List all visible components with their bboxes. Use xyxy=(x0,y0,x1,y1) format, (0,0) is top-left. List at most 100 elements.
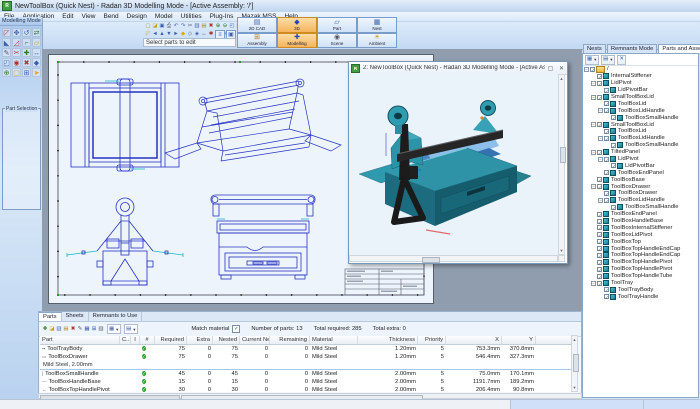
checkbox[interactable]: ✓ xyxy=(597,177,602,182)
tree-filter-button[interactable]: ▤▼ xyxy=(601,55,615,65)
checkbox[interactable]: ✓ xyxy=(597,274,602,279)
unfold-icon[interactable]: ◿ xyxy=(12,38,21,47)
edit-part-icon[interactable]: ✎ xyxy=(77,326,83,333)
tree-item-toolboxdrawer[interactable]: ✓ToolBoxDrawer xyxy=(583,190,698,197)
tree-item-lidpivot[interactable]: −✓LidPivot xyxy=(583,80,698,87)
column-header-#[interactable]: # xyxy=(140,336,155,344)
delete-face-icon[interactable]: ✖ xyxy=(22,58,31,67)
collapse-icon[interactable]: − xyxy=(591,281,596,286)
tree-item-toolboxbase[interactable]: ✓ToolBoxBase xyxy=(583,176,698,183)
column-header-y[interactable]: Y xyxy=(502,336,536,344)
tree-item-tooltrayhandle[interactable]: ✓ToolTrayHandle xyxy=(583,293,698,300)
rotate-icon[interactable]: ↺ xyxy=(22,28,31,37)
view-top-icon[interactable]: ◇ xyxy=(187,31,193,38)
tree-item-toolboxendpanel[interactable]: ✓ToolBoxEndPanel xyxy=(583,211,698,218)
tree-item-toolboxendpanel[interactable]: ✓ToolBoxEndPanel xyxy=(583,169,698,176)
save-icon[interactable]: ▣ xyxy=(159,23,165,30)
checkbox[interactable]: ✓ xyxy=(597,184,602,189)
column-header-priority[interactable]: Priority xyxy=(418,336,446,344)
select-icon[interactable]: ◸ xyxy=(145,31,151,38)
tree-item-tooltray[interactable]: −✓ToolTray xyxy=(583,280,698,287)
menu-model[interactable]: Model xyxy=(151,13,177,20)
move-icon[interactable]: ✥ xyxy=(12,28,21,37)
tree-delete-button[interactable]: ✕ xyxy=(617,55,626,65)
menu-design[interactable]: Design xyxy=(123,13,151,20)
maximize-button[interactable]: ▢ xyxy=(545,65,556,72)
new-icon[interactable]: ▢ xyxy=(145,23,151,30)
tree-item-internalstiffener[interactable]: ✓InternalStiffener xyxy=(583,73,698,80)
checkbox[interactable]: ✓ xyxy=(597,212,602,217)
tree-item-toolboxlidhandle[interactable]: −✓ToolBoxLidHandle xyxy=(583,197,698,204)
checkbox[interactable]: ✓ xyxy=(604,157,609,162)
tree-item-toolboxtophandleendcap[interactable]: ✓ToolBoxTopHandleEndCap xyxy=(583,252,698,259)
tree-item-toolboxhandlebase[interactable]: ✓ToolBoxHandleBase xyxy=(583,218,698,225)
pan-up-icon[interactable]: ▲ xyxy=(159,31,165,38)
mirror-icon[interactable]: ⇄ xyxy=(32,28,41,37)
zoom-window-icon[interactable]: ◰ xyxy=(229,23,235,30)
tree-item-toolboxlidpivot[interactable]: ✓ToolBoxLidPivot xyxy=(583,231,698,238)
corner-icon[interactable]: ◰ xyxy=(2,58,11,67)
collapse-icon[interactable]: − xyxy=(598,157,603,162)
scroll-down-icon[interactable]: ▼ xyxy=(572,385,577,390)
grid-view-icon[interactable]: ⊞ xyxy=(91,326,97,333)
mode-2d-cad-button[interactable]: ▤2D CAD xyxy=(237,17,277,33)
measure-icon[interactable]: ↔ xyxy=(32,48,41,57)
tree-item-lidpivotbar[interactable]: ✓LidPivotBar xyxy=(583,87,698,94)
tree-item-smalltoolboxlid[interactable]: −✓SmallToolBoxLid xyxy=(583,121,698,128)
open-part-icon[interactable]: ◪ xyxy=(49,326,55,333)
mode-part-button[interactable]: ▱Part xyxy=(317,17,357,33)
float-window-viewport[interactable]: ▲ ▼ xyxy=(349,74,565,262)
menu-bend[interactable]: Bend xyxy=(99,13,122,20)
mode-nest-button[interactable]: ▦Nest xyxy=(357,17,397,33)
tree-item-lidpivot[interactable]: −✓LidPivot xyxy=(583,156,698,163)
column-header-current-nest[interactable]: Current Nest xyxy=(240,336,270,344)
zoom-out-icon[interactable]: ⊖ xyxy=(222,23,228,30)
checkbox[interactable]: ✓ xyxy=(597,260,602,265)
tree-item-toolboxtophandleendcap[interactable]: ✓ToolBoxTopHandleEndCap xyxy=(583,245,698,252)
column-header-i[interactable]: I xyxy=(131,336,140,344)
tree-item-toolboxsmallhandle[interactable]: ✓ToolBoxSmallHandle xyxy=(583,142,698,149)
column-header-extra[interactable]: Extra xyxy=(187,336,213,344)
menu-utilities[interactable]: Utilities xyxy=(177,13,206,20)
weld-icon[interactable]: ✚ xyxy=(22,48,31,57)
checkbox[interactable]: ✓ xyxy=(597,150,602,155)
tree-item-toolboxtophandletube[interactable]: ✓ToolBoxTopHandleTube xyxy=(583,273,698,280)
checkbox[interactable]: ✓ xyxy=(604,287,609,292)
column-header-thickness[interactable]: Thickness xyxy=(358,336,418,344)
mode-ambient-button[interactable]: ☀Ambient xyxy=(357,33,397,49)
checkbox[interactable]: ✓ xyxy=(604,108,609,113)
sketch-icon[interactable]: ✎ xyxy=(2,48,11,57)
float-vertical-scrollbar[interactable]: ▲ ▼ xyxy=(558,74,565,255)
tree-item-smalltoolboxlid[interactable]: −✓SmallToolBoxLid xyxy=(583,94,698,101)
column-header-nested[interactable]: Nested xyxy=(213,336,240,344)
scroll-up-icon[interactable]: ▲ xyxy=(559,76,564,81)
add-part-icon[interactable]: ✚ xyxy=(42,326,48,333)
part-new-icon[interactable]: ▢ xyxy=(12,68,21,77)
table-row[interactable]: —ToolBoxHandleBase✓1501500Mild Steel2.00… xyxy=(40,378,574,386)
column-header-remaining[interactable]: Remaining xyxy=(270,336,310,344)
tab-parts-and-assemblies[interactable]: Parts and Assemblies xyxy=(658,44,700,53)
cut-icon[interactable]: ✂ xyxy=(187,23,193,30)
checkbox[interactable]: ✓ xyxy=(597,281,602,286)
table-row[interactable]: ▭ToolBoxDrawer✓7507500Mild Steel1.20mm55… xyxy=(40,353,574,361)
collapse-icon[interactable]: − xyxy=(591,184,596,189)
tree-item-toolboxtophandlepivot[interactable]: ✓ToolBoxTopHandlePivot xyxy=(583,266,698,273)
collapse-icon[interactable]: − xyxy=(598,108,603,113)
tree-item-lidpivotbar[interactable]: ✓LidPivotBar xyxy=(583,162,698,169)
scroll-down-icon[interactable]: ▼ xyxy=(559,248,564,253)
tree-item-toolboxlidhandle[interactable]: −✓ToolBoxLidHandle xyxy=(583,135,698,142)
column-header-part[interactable]: Part xyxy=(40,336,120,344)
paste-part-icon[interactable]: ▤ xyxy=(63,326,69,333)
punch-icon[interactable]: ◉ xyxy=(12,58,21,67)
match-material-checkbox[interactable]: ✓ xyxy=(232,325,240,333)
tab-remnants-to-use[interactable]: Remnants to Use xyxy=(89,312,143,321)
checkbox[interactable]: ✓ xyxy=(597,95,602,100)
fold-icon[interactable]: ◣ xyxy=(2,38,11,47)
checkbox[interactable]: ✓ xyxy=(597,122,602,127)
delete-part-icon[interactable]: ✖ xyxy=(70,326,76,333)
checkbox[interactable]: ✓ xyxy=(597,267,602,272)
checkbox[interactable]: ✓ xyxy=(611,143,616,148)
checkbox[interactable]: ✓ xyxy=(604,88,609,93)
view-style-combo[interactable]: ▦▼ xyxy=(107,324,121,334)
view-front-icon[interactable]: ◈ xyxy=(194,31,200,38)
